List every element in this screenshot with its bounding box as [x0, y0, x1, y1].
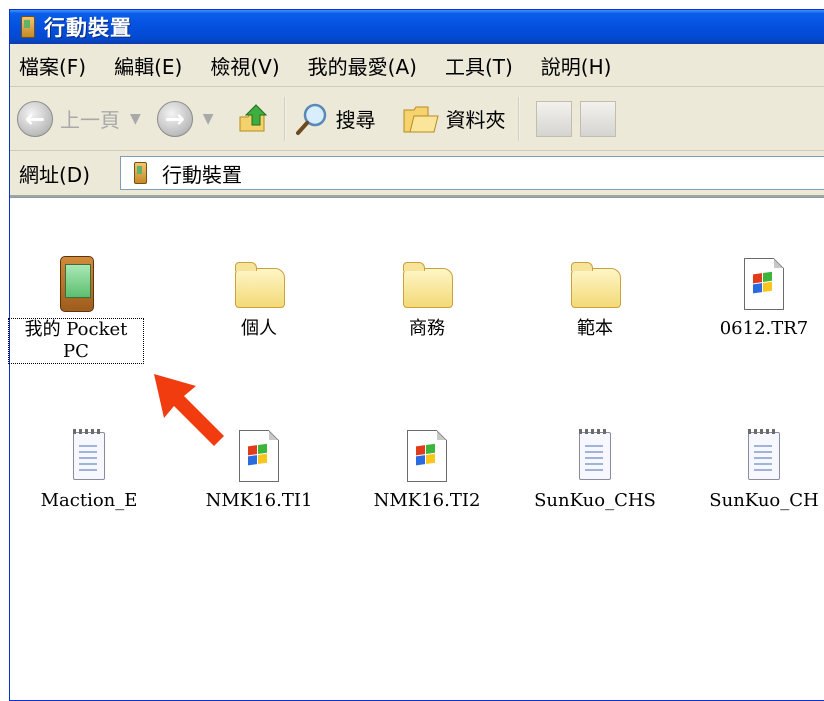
- file-item[interactable]: SunKuo_CH: [689, 428, 824, 512]
- toolbar-separator: [283, 96, 286, 141]
- forward-button[interactable]: → ▼: [156, 100, 214, 137]
- document-icon: [231, 428, 287, 484]
- notepad-icon: [567, 428, 623, 484]
- file-label: 範本: [577, 318, 613, 339]
- file-label: 0612.TR7: [719, 318, 809, 339]
- folders-label: 資料夾: [445, 108, 506, 132]
- menu-bar: 檔案(F) 編輯(E) 檢視(V) 我的最愛(A) 工具(T) 說明(H): [10, 45, 824, 87]
- file-item-my-pocket-pc[interactable]: 我的 Pocket PC: [1, 256, 151, 364]
- file-label: SunKuo_CHS: [534, 490, 656, 511]
- document-icon: [399, 428, 455, 484]
- search-button[interactable]: 搜尋: [294, 101, 376, 137]
- folders-button[interactable]: 資料夾: [402, 102, 506, 136]
- folder-item[interactable]: 個人: [184, 256, 334, 340]
- address-label: 網址(D): [19, 162, 91, 187]
- address-value: 行動裝置: [162, 162, 242, 187]
- toolbar: ← 上一頁 ▼ → ▼ 搜尋 資料夾: [10, 87, 824, 151]
- file-label: 我的 Pocket PC: [8, 318, 144, 364]
- menu-help[interactable]: 說明(H): [541, 51, 612, 80]
- file-label: 商務: [409, 318, 445, 339]
- file-item[interactable]: 0612.TR7: [689, 256, 824, 340]
- menu-tools[interactable]: 工具(T): [445, 51, 513, 80]
- search-icon: [295, 103, 326, 135]
- file-label: SunKuo_CH: [709, 490, 819, 511]
- folder-item[interactable]: 範本: [520, 256, 670, 340]
- file-label-line: 我的 Pocket: [24, 319, 128, 340]
- file-label: NMK16.TI2: [373, 490, 481, 511]
- file-label-line: PC: [63, 341, 89, 362]
- up-folder-icon[interactable]: [236, 101, 272, 137]
- search-label: 搜尋: [335, 108, 376, 132]
- notepad-icon: [736, 428, 792, 484]
- document-icon: [736, 256, 792, 312]
- back-label: 上一頁: [60, 108, 120, 132]
- pocket-pc-icon: [21, 16, 35, 38]
- menu-edit[interactable]: 編輯(E): [114, 51, 182, 80]
- pocket-pc-icon: [134, 162, 147, 184]
- file-label: Maction_E: [40, 490, 138, 511]
- file-item[interactable]: SunKuo_CHS: [520, 428, 670, 512]
- folder-icon: [399, 256, 455, 312]
- copy-to-icon[interactable]: [579, 100, 616, 137]
- back-button[interactable]: ← 上一頁 ▼: [17, 100, 141, 137]
- red-arrow-icon: [154, 374, 224, 446]
- move-to-icon[interactable]: [535, 100, 572, 137]
- forward-dropdown-icon[interactable]: ▼: [203, 111, 214, 127]
- menu-view[interactable]: 檢視(V): [210, 51, 279, 80]
- address-bar: 網址(D) 行動裝置: [10, 151, 824, 197]
- back-arrow-icon: ←: [17, 100, 53, 137]
- pocket-pc-icon: [48, 256, 104, 312]
- address-field[interactable]: 行動裝置: [120, 156, 824, 190]
- file-label: 個人: [241, 318, 277, 339]
- folder-icon: [567, 256, 623, 312]
- file-label: NMK16.TI1: [205, 490, 313, 511]
- menu-favorites[interactable]: 我的最愛(A): [308, 51, 417, 80]
- explorer-window: 行動裝置 檔案(F) 編輯(E) 檢視(V) 我的最愛(A) 工具(T) 說明(…: [8, 9, 824, 701]
- file-item[interactable]: NMK16.TI2: [352, 428, 502, 512]
- forward-arrow-icon: →: [156, 100, 193, 137]
- folders-icon: [403, 106, 439, 132]
- file-view: 我的 Pocket PC 個人 商務 範本 0612.TR7 Maction_E: [8, 197, 824, 700]
- back-dropdown-icon[interactable]: ▼: [130, 111, 141, 127]
- window-title: 行動裝置: [44, 16, 132, 40]
- menu-file[interactable]: 檔案(F): [19, 51, 86, 80]
- toolbar-separator: [517, 96, 520, 141]
- file-item[interactable]: Maction_E: [14, 428, 164, 512]
- title-bar[interactable]: 行動裝置: [10, 10, 824, 44]
- folder-item[interactable]: 商務: [352, 256, 502, 340]
- folder-icon: [231, 256, 287, 312]
- notepad-icon: [61, 428, 117, 484]
